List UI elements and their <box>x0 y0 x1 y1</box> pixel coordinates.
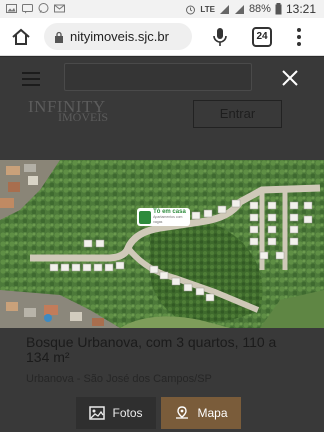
screen: LTE 88% 13:21 nityimoveis.sjc.br 24 INFI… <box>0 0 324 432</box>
site-search-input[interactable] <box>64 63 252 91</box>
signal-icon <box>219 4 229 14</box>
listing-location: Urbanova - São José dos Campos/SP <box>26 373 212 385</box>
message-icon <box>22 4 33 14</box>
clock: 13:21 <box>285 2 316 16</box>
home-icon[interactable] <box>10 26 32 48</box>
website-page: INFINITY IMÓVEIS Entrar Tô em casa Apart… <box>0 57 324 432</box>
property-aerial-image[interactable]: Tô em casa Apartamentos com vagas <box>0 160 324 328</box>
url-text: nityimoveis.sjc.br <box>70 29 169 44</box>
photo-icon <box>89 406 106 420</box>
browser-toolbar: nityimoveis.sjc.br 24 <box>0 18 324 56</box>
tab-switcher-button[interactable]: 24 <box>252 27 272 47</box>
battery-percent: 88% <box>248 3 271 15</box>
photos-label: Fotos <box>112 406 143 420</box>
map-label: Mapa <box>197 406 228 420</box>
logo-sub-text: IMÓVEIS <box>58 110 108 124</box>
aerial-photo <box>0 160 324 328</box>
status-bar: LTE 88% 13:21 <box>0 0 324 18</box>
photos-button[interactable]: Fotos <box>76 397 156 429</box>
badge-sub-text: Apartamentos com vagas <box>153 215 183 224</box>
battery-icon <box>275 3 282 15</box>
mail-icon <box>54 4 65 13</box>
more-options-icon[interactable] <box>294 26 304 48</box>
map-pin-icon <box>176 406 189 419</box>
microphone-icon[interactable] <box>210 26 230 48</box>
network-label: LTE <box>200 4 215 14</box>
lock-icon <box>55 31 63 43</box>
listing-title[interactable]: Bosque Urbanova, com 3 quartos, 110 a 13… <box>26 335 286 365</box>
status-right: LTE 88% 13:21 <box>185 2 316 16</box>
chat-icon <box>38 3 49 13</box>
close-icon[interactable] <box>281 69 299 87</box>
address-bar[interactable]: nityimoveis.sjc.br <box>44 23 192 50</box>
alarm-icon <box>186 5 196 14</box>
home-badge-icon <box>139 210 152 224</box>
signal-icon-2 <box>234 4 244 14</box>
badge-label: Tô em casa Apartamentos com vagas <box>153 209 190 225</box>
notification-icons <box>6 3 65 14</box>
map-button[interactable]: Mapa <box>161 397 241 429</box>
partner-badge: Tô em casa Apartamentos com vagas <box>137 208 190 226</box>
login-button[interactable]: Entrar <box>193 100 282 128</box>
hamburger-menu-icon[interactable] <box>22 72 40 86</box>
site-logo[interactable]: INFINITY IMÓVEIS <box>28 97 138 131</box>
image-icon <box>6 4 17 13</box>
